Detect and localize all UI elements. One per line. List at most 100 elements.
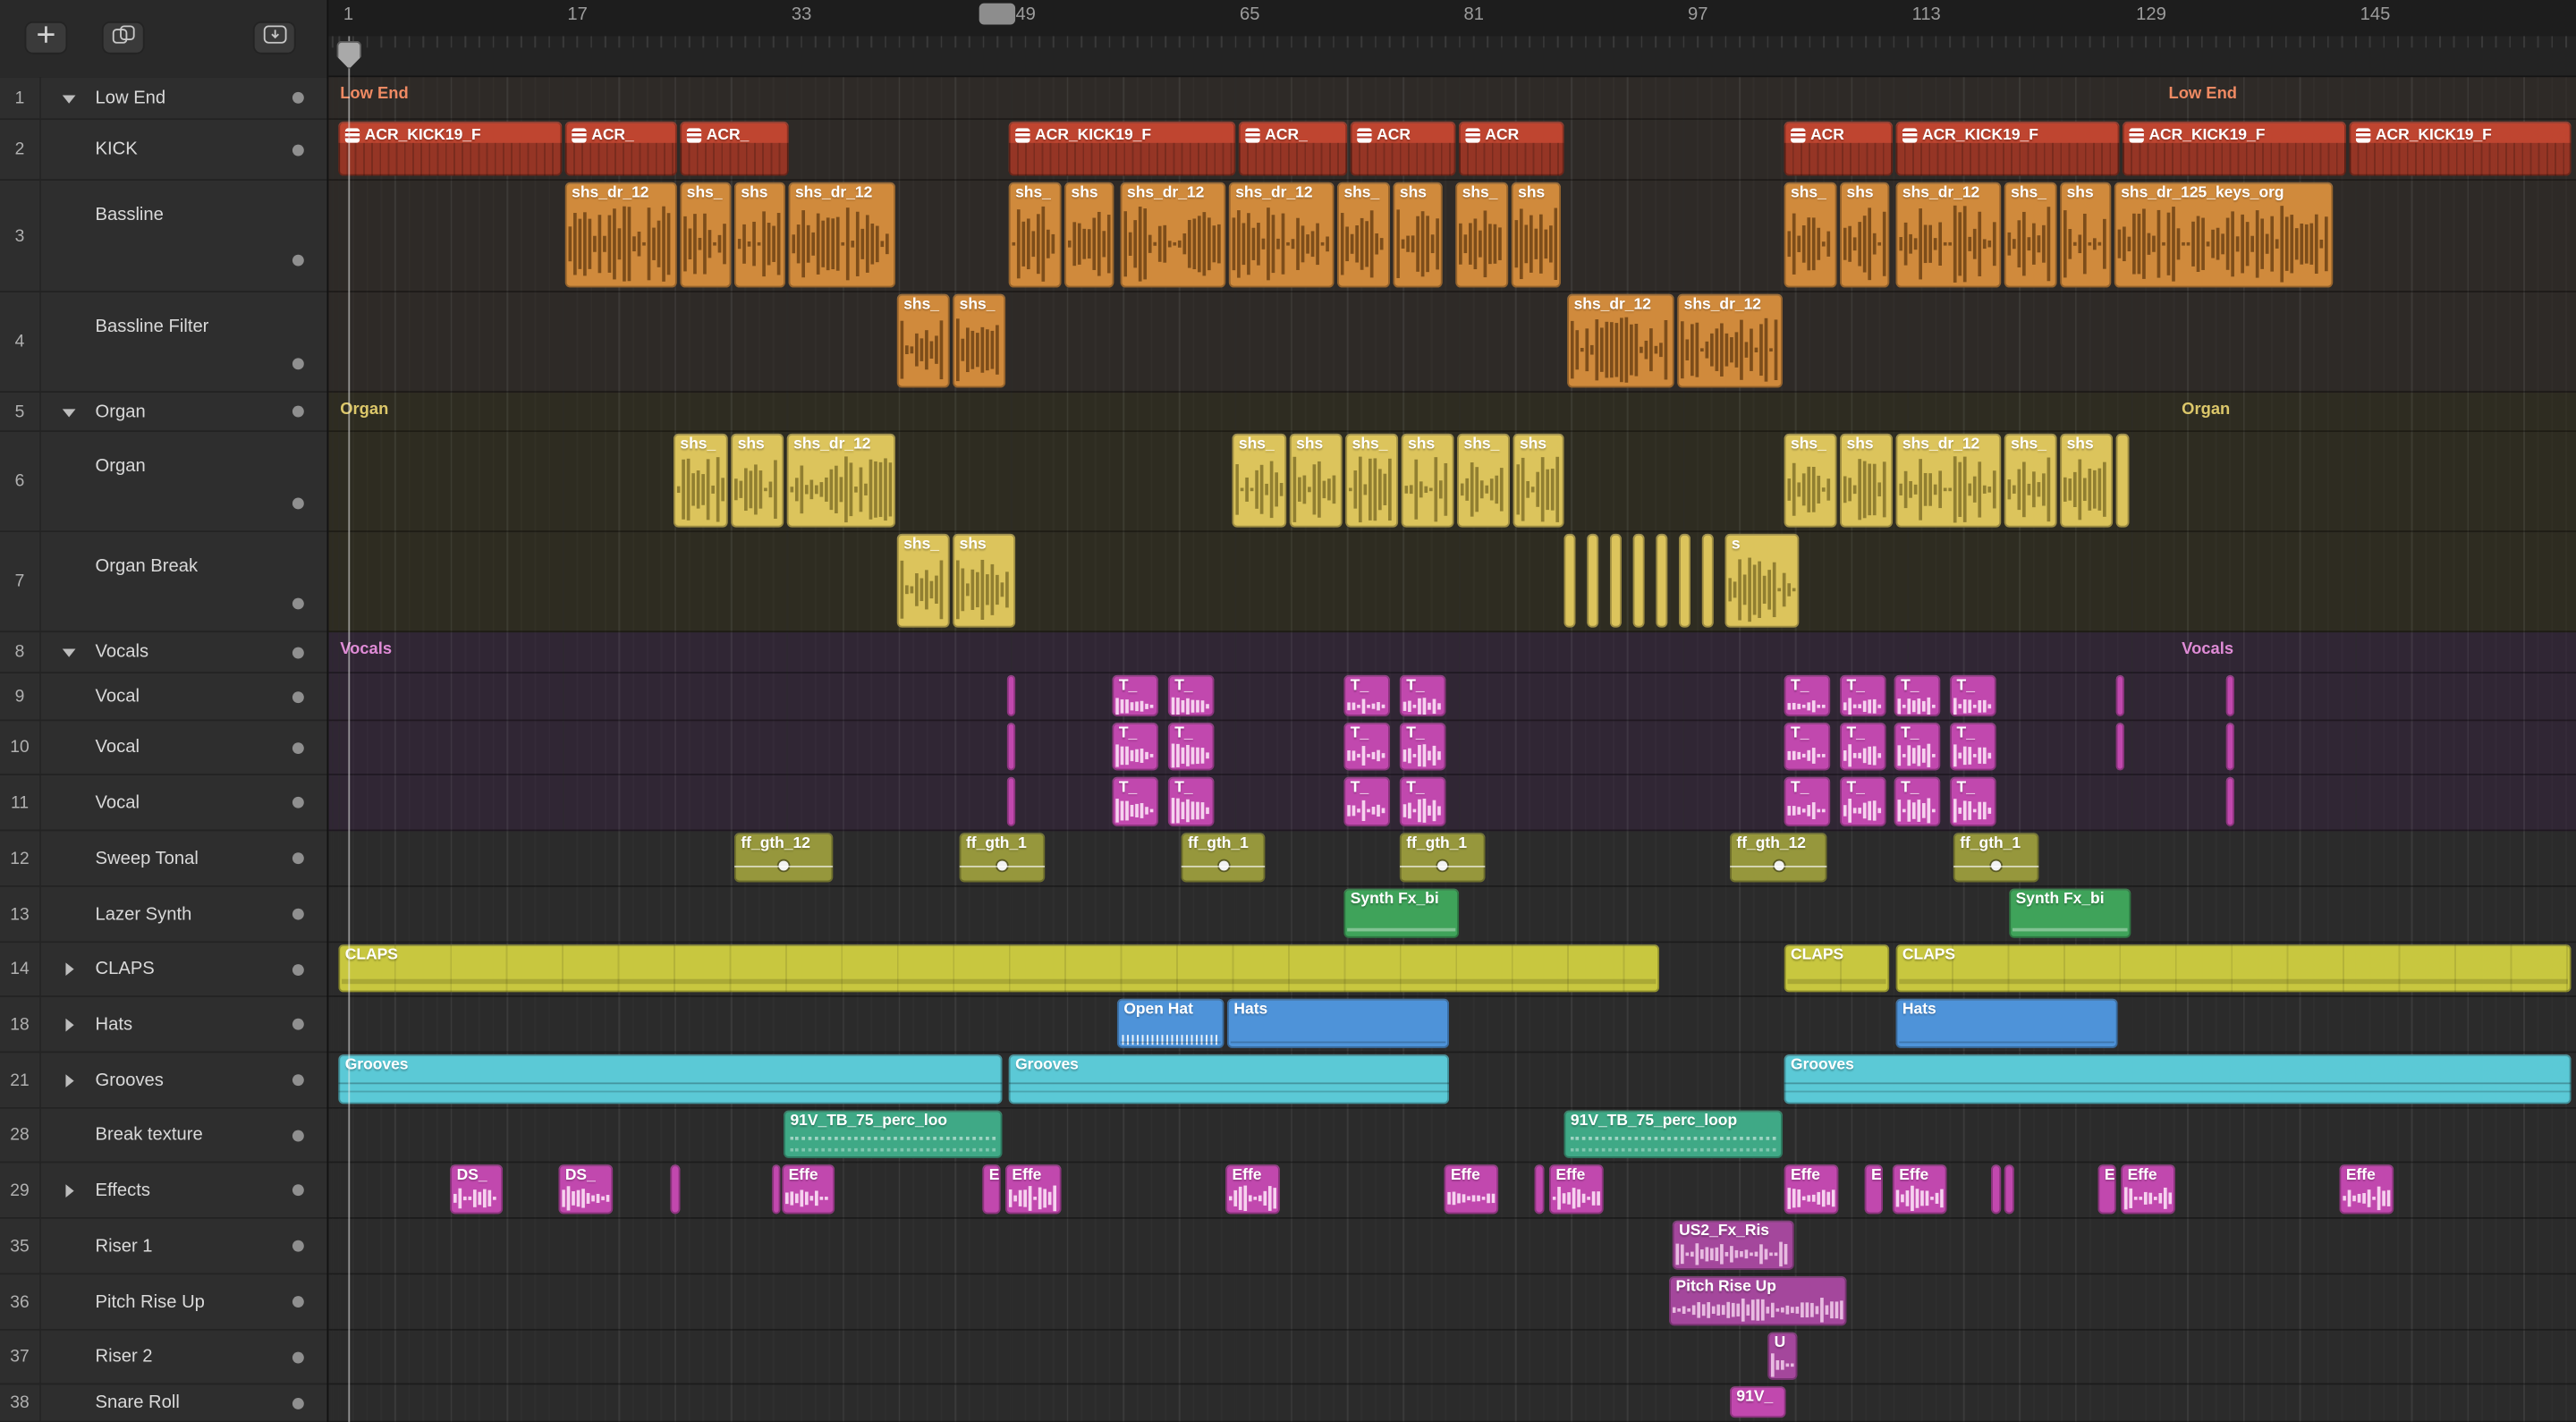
clip-vocal[interactable]: T_ [1894,776,1941,826]
mute-dot[interactable] [292,741,304,754]
clip-sliver[interactable] [1701,533,1714,628]
clip-organ[interactable]: shs_ [1345,433,1399,528]
mute-dot[interactable] [292,254,304,267]
clip-organ[interactable]: shs [953,533,1016,628]
clip-fx[interactable]: Effe [2121,1164,2175,1215]
clip-vocal[interactable]: T_ [1343,674,1390,716]
clip-bass[interactable]: shs_ [1008,182,1062,288]
mute-dot[interactable] [292,1240,304,1252]
clip-vocal[interactable]: T_ [1784,674,1831,716]
clip-vocal[interactable]: T_ [1399,776,1446,826]
disclosure-down-icon[interactable] [62,94,76,103]
clip-organ[interactable]: shs [2060,433,2114,528]
clip-sliver[interactable] [2115,433,2130,528]
clip-fx[interactable]: E [1864,1164,1883,1215]
clip-organ[interactable]: s [1724,533,1800,628]
clip-organ[interactable]: shs [1513,433,1564,528]
clip-perc[interactable]: 91V_TB_75_perc_loo [784,1110,1003,1158]
mute-dot[interactable] [292,405,304,418]
track-header-row[interactable]: 37 Riser 2 [0,1330,327,1385]
clip-sliver[interactable] [2004,1164,2014,1215]
disclosure-right-icon[interactable] [65,1183,74,1198]
clip-sliver[interactable] [2225,723,2234,771]
mute-dot[interactable] [292,1074,304,1087]
disclosure-right-icon[interactable] [65,962,74,977]
clip-sweep[interactable]: ff_gth_1 [1181,833,1266,883]
clip-sliver[interactable] [772,1164,781,1215]
clip-vocal[interactable]: T_ [1950,723,1996,771]
clip-fx[interactable]: Effe [1892,1164,1947,1215]
clip-fx[interactable]: E [982,1164,1001,1215]
clip-bass[interactable]: shs [734,182,785,288]
clip-organ[interactable]: shs_dr_12 [786,433,896,528]
clip-sweep[interactable]: ff_gth_1 [1399,833,1486,883]
ruler-scroll-thumb[interactable] [979,3,1016,25]
clip-vocal[interactable]: T_ [1112,674,1158,716]
clip-fx[interactable]: E [2097,1164,2116,1215]
clip-kick[interactable]: ACR_KICK19_F [338,121,563,176]
clip-claps[interactable]: CLAPS [1784,944,1890,993]
clip-riser[interactable]: US2_Fx_Ris [1672,1220,1794,1270]
disclosure-right-icon[interactable] [65,1073,74,1087]
clip-grooves[interactable]: Grooves [338,1054,1003,1105]
clip-vocal[interactable]: T_ [1784,776,1831,826]
clip-organ[interactable]: shs [1401,433,1454,528]
track-header-row[interactable]: 13 Lazer Synth [0,886,327,944]
clip-bass[interactable]: shs [1393,182,1443,288]
clip-hats[interactable]: Open Hat [1116,998,1224,1048]
clip-sliver[interactable] [1006,776,1016,826]
clip-bass[interactable]: shs_ [2004,182,2057,288]
mute-dot[interactable] [292,91,304,104]
track-header-row[interactable]: 14 CLAPS [0,943,327,997]
clip-vocal[interactable]: T_ [1167,776,1215,826]
clip-sliver[interactable] [1679,533,1690,628]
clip-sliver[interactable] [2225,674,2234,716]
clip-organ[interactable]: shs_ [1232,433,1287,528]
clip-sliver[interactable] [1991,1164,2002,1215]
clip-vocal[interactable]: T_ [1840,776,1886,826]
clip-organ[interactable]: shs_dr_12 [1895,433,2002,528]
clip-fx[interactable]: Effe [1005,1164,1062,1215]
clip-vocal[interactable]: T_ [1167,723,1215,771]
clip-vocal[interactable]: T_ [1343,776,1390,826]
clip-organ[interactable]: shs_ [1457,433,1510,528]
clip-vocal[interactable]: T_ [1343,723,1390,771]
clip-bass[interactable]: shs_dr_12 [1120,182,1226,288]
automation-node[interactable] [778,860,789,871]
clip-sliver[interactable] [670,1164,681,1215]
clip-fx[interactable]: DS_ [450,1164,504,1215]
track-header-row[interactable]: 11 Vocal [0,774,327,832]
mute-dot[interactable] [292,1184,304,1197]
clip-bass[interactable]: shs_dr_12 [1228,182,1335,288]
mute-dot[interactable] [292,597,304,609]
clip-bass[interactable]: shs_dr_12 [788,182,896,288]
clip-hats[interactable]: Hats [1895,998,2118,1048]
automation-node[interactable] [1773,860,1784,871]
clip-organ[interactable]: shs_ [674,433,728,528]
clip-bass[interactable]: shs [2060,182,2112,288]
mute-dot[interactable] [292,1397,304,1409]
track-header-row[interactable]: 21 Grooves [0,1053,327,1109]
clip-fx[interactable]: Effe [1784,1164,1839,1215]
clip-vocal[interactable]: T_ [1112,776,1158,826]
add-track-button[interactable] [24,21,68,55]
track-header-row[interactable]: 5 Organ [0,392,327,433]
track-header-row[interactable]: 35 Riser 1 [0,1218,327,1275]
clip-bass[interactable]: shs_ [1784,182,1837,288]
clip-grooves[interactable]: Grooves [1008,1054,1449,1105]
mute-dot[interactable] [292,796,304,808]
disclosure-down-icon[interactable] [62,648,76,657]
clip-kick[interactable]: ACR_KICK19_F [1895,121,2120,176]
clip-sweep[interactable]: ff_gth_1 [959,833,1046,883]
track-header-row[interactable]: 10 Vocal [0,721,327,775]
clip-bass[interactable]: shs [1511,182,1561,288]
clip-claps[interactable]: CLAPS [1895,944,2572,993]
clip-bass[interactable]: shs_ [1455,182,1509,288]
clip-sliver[interactable] [1656,533,1668,628]
clip-bass[interactable]: shs_dr_12 [564,182,677,288]
clip-fx[interactable]: Effe [2339,1164,2394,1215]
mute-dot[interactable] [292,690,304,703]
clip-kick[interactable]: ACR_KICK19_F [2349,121,2572,176]
mute-dot[interactable] [292,1296,304,1308]
mute-dot[interactable] [292,908,304,920]
